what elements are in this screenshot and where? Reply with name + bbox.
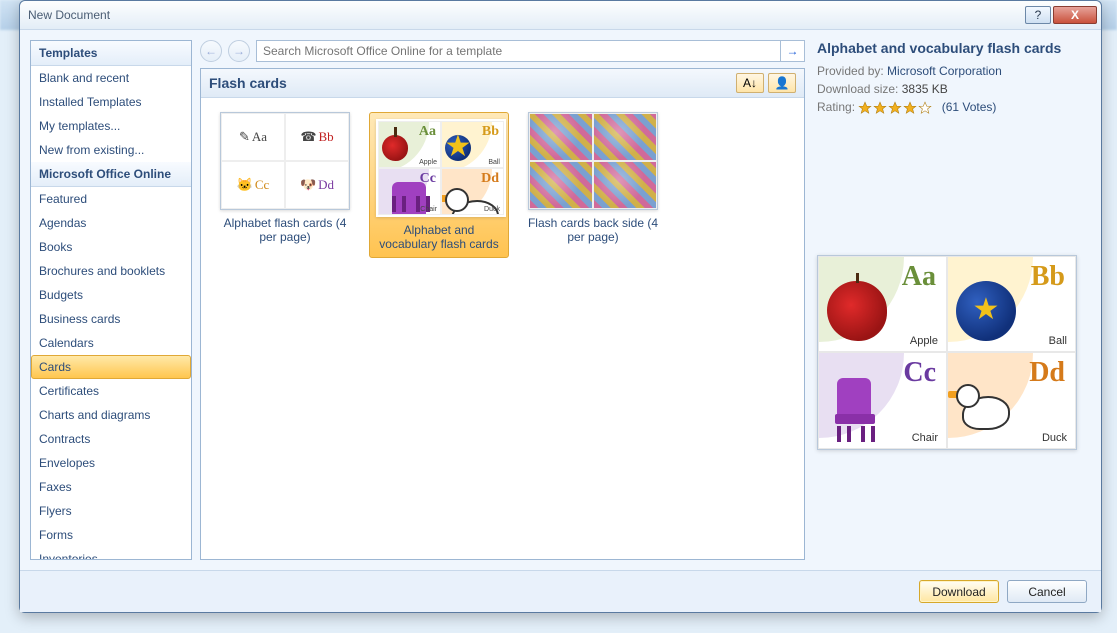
detail-votes: (61 Votes) <box>942 100 997 114</box>
sort-az-button[interactable]: A↓ <box>736 73 764 93</box>
preview-cell: Aa Apple <box>818 256 947 353</box>
template-label: Flash cards back side (4 per page) <box>523 216 663 244</box>
customer-filter-button[interactable]: 👤 <box>768 73 796 93</box>
sidebar-item-certificates[interactable]: Certificates <box>31 379 191 403</box>
sidebar-item-new-existing[interactable]: New from existing... <box>31 138 191 162</box>
arrow-right-icon: → <box>787 44 799 58</box>
template-item[interactable]: Flash cards back side (4 per page) <box>523 112 663 244</box>
sidebar-item-installed[interactable]: Installed Templates <box>31 90 191 114</box>
template-item-selected[interactable]: AaApple BbBall CcChair DdDuck Alphabet a… <box>369 112 509 258</box>
template-label: Alphabet flash cards (4 per page) <box>215 216 355 244</box>
chair-illustration <box>827 378 887 438</box>
duck-illustration <box>956 378 1016 438</box>
sidebar-item-my-templates[interactable]: My templates... <box>31 114 191 138</box>
customer-submitted-icon: 👤 <box>775 76 790 90</box>
preview-word: Ball <box>1049 335 1067 347</box>
search-input[interactable] <box>257 41 780 61</box>
template-thumbnail <box>528 112 658 210</box>
sidebar-item-contracts[interactable]: Contracts <box>31 427 191 451</box>
sidebar-item-forms[interactable]: Forms <box>31 523 191 547</box>
detail-size-label: Download size: <box>817 82 898 96</box>
preview-letters: Dd <box>1029 357 1065 389</box>
preview-cell: Cc Chair <box>818 352 947 449</box>
new-document-dialog: New Document ? X Templates Blank and rec… <box>19 0 1102 613</box>
sidebar-item-flyers[interactable]: Flyers <box>31 499 191 523</box>
search-box: → <box>256 40 805 62</box>
sidebar-section-templates: Templates <box>31 41 191 66</box>
sort-az-icon: A↓ <box>743 76 757 90</box>
apple-illustration <box>827 281 887 341</box>
sidebar-item-business-cards[interactable]: Business cards <box>31 307 191 331</box>
close-button[interactable]: X <box>1053 6 1097 24</box>
nav-back-button[interactable]: ← <box>200 40 222 62</box>
preview-word: Chair <box>912 432 938 444</box>
help-button[interactable]: ? <box>1025 6 1051 24</box>
titlebar: New Document ? X <box>20 1 1101 29</box>
star-outline-icon <box>918 101 932 115</box>
preview-letters: Aa <box>902 261 936 293</box>
sidebar-item-inventories[interactable]: Inventories <box>31 547 191 559</box>
detail-provider-row: Provided by: Microsoft Corporation <box>817 64 1087 78</box>
sidebar-item-charts[interactable]: Charts and diagrams <box>31 403 191 427</box>
template-list-header: Flash cards A↓ 👤 <box>201 69 804 98</box>
preview-word: Duck <box>1042 432 1067 444</box>
detail-size-row: Download size: 3835 KB <box>817 82 1087 96</box>
preview-word: Apple <box>910 335 938 347</box>
template-thumbnail: ✎Aa ☎Bb 🐱Cc 🐶Dd <box>220 112 350 210</box>
detail-pane: Alphabet and vocabulary flash cards Prov… <box>813 40 1091 560</box>
template-category-sidebar: Templates Blank and recent Installed Tem… <box>30 40 192 560</box>
close-icon: X <box>1071 8 1079 22</box>
template-thumbnail: AaApple BbBall CcChair DdDuck <box>376 119 506 217</box>
main-pane: ← → → Flash cards A↓ 👤 ✎Aa <box>200 40 805 560</box>
arrow-left-icon: ← <box>205 44 217 58</box>
sidebar-section-online: Microsoft Office Online <box>31 162 191 187</box>
sidebar-item-featured[interactable]: Featured <box>31 187 191 211</box>
detail-provider-link[interactable]: Microsoft Corporation <box>887 64 1002 78</box>
star-icon <box>903 101 917 115</box>
template-preview: Aa Apple Bb Ball Cc Chair <box>817 255 1077 450</box>
template-item[interactable]: ✎Aa ☎Bb 🐱Cc 🐶Dd Alphabet flash cards (4 … <box>215 112 355 244</box>
sidebar-item-calendars[interactable]: Calendars <box>31 331 191 355</box>
search-toolbar: ← → → <box>200 40 805 62</box>
arrow-right-icon: → <box>233 44 245 58</box>
help-icon: ? <box>1035 8 1042 22</box>
template-label: Alphabet and vocabulary flash cards <box>376 223 502 251</box>
sidebar-item-agendas[interactable]: Agendas <box>31 211 191 235</box>
sidebar-item-books[interactable]: Books <box>31 235 191 259</box>
detail-rating-row: Rating: (61 Votes) <box>817 100 1087 115</box>
sidebar-scroll[interactable]: Featured Agendas Books Brochures and boo… <box>31 187 191 559</box>
dialog-title: New Document <box>28 8 1023 22</box>
nav-forward-button[interactable]: → <box>228 40 250 62</box>
detail-provider-label: Provided by: <box>817 64 884 78</box>
preview-letters: Bb <box>1031 261 1065 293</box>
detail-title: Alphabet and vocabulary flash cards <box>817 40 1087 56</box>
rating-stars[interactable] <box>858 101 932 115</box>
star-icon <box>873 101 887 115</box>
sidebar-item-cards[interactable]: Cards <box>31 355 191 379</box>
dialog-footer: Download Cancel <box>20 570 1101 612</box>
search-go-button[interactable]: → <box>780 41 804 61</box>
detail-rating-label: Rating: <box>817 100 855 114</box>
sidebar-item-brochures[interactable]: Brochures and booklets <box>31 259 191 283</box>
preview-cell: Dd Duck <box>947 352 1076 449</box>
category-title: Flash cards <box>209 75 732 91</box>
sidebar-item-budgets[interactable]: Budgets <box>31 283 191 307</box>
sidebar-item-envelopes[interactable]: Envelopes <box>31 451 191 475</box>
ball-illustration <box>956 281 1016 341</box>
sidebar-item-blank-recent[interactable]: Blank and recent <box>31 66 191 90</box>
cancel-button[interactable]: Cancel <box>1007 580 1087 603</box>
detail-size-value: 3835 KB <box>902 82 948 96</box>
preview-cell: Bb Ball <box>947 256 1076 353</box>
template-items: ✎Aa ☎Bb 🐱Cc 🐶Dd Alphabet flash cards (4 … <box>201 98 804 559</box>
preview-letters: Cc <box>903 357 936 389</box>
sidebar-item-faxes[interactable]: Faxes <box>31 475 191 499</box>
star-icon <box>858 101 872 115</box>
template-list-pane: Flash cards A↓ 👤 ✎Aa ☎Bb 🐱Cc 🐶Dd Alphabe… <box>200 68 805 560</box>
dialog-content: Templates Blank and recent Installed Tem… <box>20 29 1101 570</box>
download-button[interactable]: Download <box>919 580 999 603</box>
star-icon <box>888 101 902 115</box>
